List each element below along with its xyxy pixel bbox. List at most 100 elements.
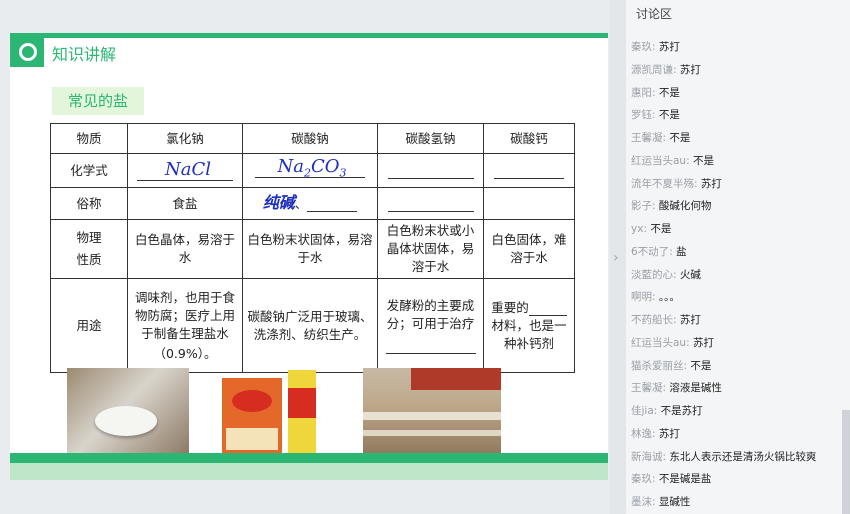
row-label: 俗称 <box>50 187 128 220</box>
chat-message: 墨沫: 显碱性 <box>631 491 843 514</box>
header-cell: 碳酸钙 <box>483 123 575 154</box>
blank-line <box>528 301 567 316</box>
use-text: 调味剂，也用于食物防腐；医疗上用于制备生理盐水 <box>134 289 235 341</box>
table-cell: 调味剂，也用于食物防腐；医疗上用于制备生理盐水 （0.9%）。 <box>127 278 243 373</box>
chat-message: 啊明: 。。。 <box>631 286 843 309</box>
message-list[interactable]: 秦玖: 苏打 源凯周谦: 苏打 惠阳: 不是 罗钰: 不是 王馨凝: 不是 红运当头au:… <box>631 36 843 514</box>
message-author: 林逸 <box>631 427 652 440</box>
table-row: 用途 调味剂，也用于食物防腐；医疗上用于制备生理盐水 （0.9%）。 碳酸钠广泛… <box>50 278 575 373</box>
chat-message: 秦玖: 不是碱是盐 <box>631 468 843 491</box>
message-separator: : <box>694 177 701 190</box>
message-text: 苏打 <box>658 427 680 440</box>
table-cell <box>483 153 575 188</box>
chat-message: 新海诚: 东北人表示还是清汤火锅比较爽 <box>631 446 843 469</box>
message-text: 苏打 <box>692 336 714 349</box>
chat-message: yx: 不是 <box>631 218 843 241</box>
message-text: 苏打 <box>679 314 701 326</box>
table-row: 俗称 食盐 纯碱、 <box>50 187 575 220</box>
message-text: 苏打 <box>679 63 701 76</box>
message-author: 啊明 <box>631 291 652 304</box>
salts-table: 物质 氯化钠 碳酸钠 碳酸氢钠 碳酸钙 化学式 NaCl Na2CO3 俗称 食… <box>50 123 575 373</box>
message-author: 墨沫 <box>631 496 652 508</box>
table-cell: 发酵粉的主要成分；可用于治疗 <box>377 278 484 373</box>
message-text: 不是碱是盐 <box>658 473 712 486</box>
header-cell: 碳酸钠 <box>242 123 378 154</box>
header-cell: 碳酸氢钠 <box>377 123 484 154</box>
baking-soda-photo <box>222 370 318 458</box>
handwritten-answer: Na2CO3 <box>255 156 365 180</box>
row-label: 化学式 <box>50 153 128 188</box>
use-text: 发酵粉的主要成分；可用于治疗 <box>386 298 475 331</box>
message-text: 火碱 <box>679 268 701 281</box>
message-separator: : <box>653 405 661 417</box>
message-author: 影子 <box>631 200 652 213</box>
chat-message: 惠阳: 不是 <box>631 82 843 105</box>
chat-message: 不药船长: 苏打 <box>631 309 843 332</box>
chat-message: 源凯周谦: 苏打 <box>631 59 843 82</box>
chat-message: 猫杀爱丽丝: 不是 <box>631 355 843 378</box>
message-text: 不是 <box>650 223 672 235</box>
table-cell <box>377 153 484 188</box>
table-cell: 白色固体，难溶于水 <box>483 219 575 279</box>
table-cell <box>483 187 575 220</box>
message-text: 盐 <box>676 245 687 258</box>
message-author: 流年不夏半殇 <box>631 177 694 190</box>
blank-line <box>387 164 474 179</box>
message-text: 不是 <box>658 109 680 122</box>
chat-message: 罗钰: 不是 <box>631 104 843 127</box>
message-author: 源凯周谦 <box>631 63 673 76</box>
message-separator: : <box>652 473 659 486</box>
chat-message: 影子: 酸碱化何物 <box>631 195 843 218</box>
row-label: 用途 <box>50 278 128 373</box>
message-author: 佳jia <box>631 405 654 417</box>
message-text: 不是苏打 <box>660 405 703 417</box>
chat-message: 流年不夏半殇: 苏打 <box>631 173 843 196</box>
message-author: 秦玖 <box>631 41 652 53</box>
salt-plate-photo <box>67 368 189 458</box>
table-cell: NaCl <box>127 153 243 188</box>
message-author: 6不动了 <box>631 245 670 258</box>
message-text: 显碱性 <box>658 496 691 508</box>
use-text: 重要的 <box>491 299 529 315</box>
knowledge-icon <box>10 37 44 67</box>
chat-message: 林逸: 苏打 <box>631 423 843 446</box>
table-row: 化学式 NaCl Na2CO3 <box>50 153 575 188</box>
message-author: 王馨凝 <box>631 382 663 395</box>
message-separator: : <box>652 427 659 440</box>
chat-message: 红运当头au: 苏打 <box>631 332 843 355</box>
use-text-percent: （0.9%）。 <box>153 345 217 361</box>
table-cell: 白色晶体，易溶于水 <box>127 219 243 279</box>
message-author: 罗钰 <box>631 109 652 122</box>
message-separator: : <box>652 291 659 304</box>
row-label: 物理性质 <box>50 219 128 279</box>
slide: 知识讲解 常见的盐 物质 氯化钠 碳酸钠 碳酸氢钠 碳酸钙 化学式 NaCl N… <box>10 33 608 480</box>
blank-line <box>307 197 358 212</box>
message-text: 酸碱化何物 <box>658 200 712 213</box>
slide-bottom-accent <box>10 453 608 463</box>
panel-toggle[interactable]: › <box>610 0 626 514</box>
table-cell: 重要的 材料，也是一种补钙剂 <box>483 278 575 373</box>
message-author: yx <box>631 223 644 235</box>
message-text: 溶液是碱性 <box>669 382 722 395</box>
page-title: 知识讲解 <box>52 45 117 64</box>
message-text: 不是 <box>658 86 680 99</box>
message-separator: : <box>652 86 659 99</box>
chat-message: 6不动了: 盐 <box>631 241 843 264</box>
table-cell: 白色粉末状或小晶体状固体，易溶于水 <box>377 219 484 279</box>
message-author: 淡藍的心 <box>631 268 673 281</box>
message-separator: : <box>652 200 659 213</box>
message-author: 王馨凝 <box>631 132 663 144</box>
chat-message: 秦玖: 苏打 <box>631 36 843 59</box>
message-separator: : <box>686 154 693 167</box>
blank-line <box>387 197 474 212</box>
slide-top-bar <box>10 33 608 38</box>
message-author: 不药船长 <box>631 314 673 326</box>
message-text: 苏打 <box>700 177 722 190</box>
chat-message: 王馨凝: 不是 <box>631 127 843 150</box>
scrollbar[interactable] <box>842 410 850 514</box>
discussion-title: 讨论区 <box>636 7 673 21</box>
message-separator: : <box>652 496 659 508</box>
row-label-text: 物理性质 <box>76 230 102 267</box>
table-cell: 食盐 <box>127 187 243 220</box>
message-text: 苏打 <box>658 41 680 53</box>
